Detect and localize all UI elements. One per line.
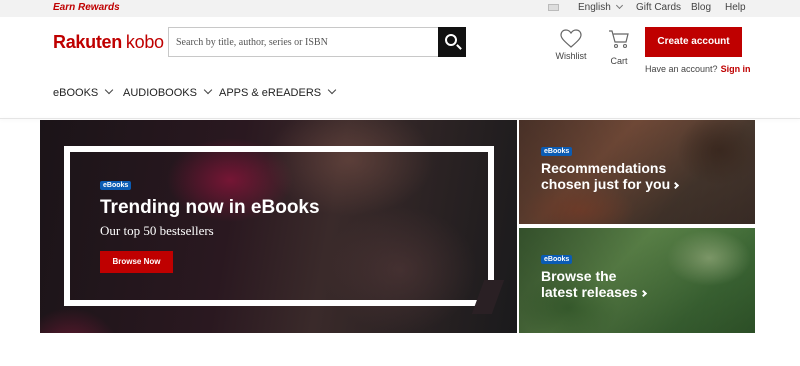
cart-icon: [609, 30, 629, 49]
chevron-down-icon: [615, 1, 623, 10]
heart-icon: [560, 29, 582, 48]
create-account-button[interactable]: Create account: [645, 27, 742, 57]
help-link[interactable]: Help: [725, 2, 746, 13]
gift-cards-link[interactable]: Gift Cards: [636, 2, 681, 13]
ebooks-tag: eBooks: [100, 181, 132, 190]
cart-button[interactable]: Cart: [604, 29, 634, 66]
sign-in-link[interactable]: Sign in: [721, 64, 751, 74]
language-label: English: [578, 2, 611, 13]
search-icon: [445, 34, 457, 46]
nav-item-audiobooks[interactable]: AUDIOBOOKS: [123, 85, 213, 99]
nav-item-ebooks[interactable]: eBOOKS: [53, 85, 114, 99]
flag-icon: [548, 4, 559, 11]
nav-item-apps-ereaders[interactable]: APPS & eREADERS: [219, 85, 337, 99]
wishlist-label: Wishlist: [555, 51, 587, 61]
nav-label: eBOOKS: [53, 87, 99, 99]
hero-title: Trending now in eBooks: [100, 197, 320, 218]
tile-title-line2: latest releases: [541, 284, 638, 300]
chevron-down-icon: [203, 85, 213, 95]
tile-title-line1: Browse the: [541, 268, 617, 284]
ebooks-tag: eBooks: [541, 255, 573, 264]
tile-title-line2-wrap: latest releases: [541, 284, 647, 300]
search-input[interactable]: [169, 28, 439, 56]
latest-releases-tile[interactable]: eBooks Browse the latest releases: [519, 228, 755, 333]
logo-kobo-text: kobo: [125, 32, 164, 52]
cart-label: Cart: [610, 56, 628, 66]
language-selector[interactable]: English: [578, 1, 623, 13]
chevron-right-icon: [672, 181, 680, 190]
tile-title-line2: chosen just for you: [541, 176, 671, 192]
hero-banner[interactable]: eBooks Trending now in eBooks Our top 50…: [40, 120, 517, 333]
chevron-down-icon: [105, 85, 114, 95]
nav-label: APPS & eREADERS: [219, 87, 322, 99]
tile-title-line1: Recommendations: [541, 160, 667, 176]
header-divider: [0, 118, 800, 119]
tile-title-line2-wrap: chosen just for you: [541, 176, 680, 192]
top-utility-bar: Earn Rewards English Gift Cards Blog Hel…: [0, 0, 800, 17]
search-button[interactable]: [438, 27, 466, 57]
search-icon-handle: [456, 44, 462, 50]
search-box: [168, 27, 466, 57]
have-account-text: Have an account? Sign in: [645, 64, 751, 74]
ebooks-tag: eBooks: [541, 147, 573, 156]
chevron-right-icon: [639, 289, 647, 298]
earn-rewards-link[interactable]: Earn Rewards: [53, 2, 120, 13]
have-account-label: Have an account?: [645, 64, 718, 74]
recommendations-tile[interactable]: eBooks Recommendations chosen just for y…: [519, 120, 755, 224]
tile-title: Recommendations chosen just for you: [541, 160, 680, 192]
chevron-down-icon: [327, 85, 337, 95]
rakuten-kobo-logo[interactable]: Rakuten kobo: [53, 32, 164, 53]
hero-subtitle: Our top 50 bestsellers: [100, 223, 214, 238]
wishlist-button[interactable]: Wishlist: [552, 29, 590, 61]
tile-title: Browse the latest releases: [541, 268, 647, 300]
browse-now-button[interactable]: Browse Now: [100, 251, 173, 273]
logo-rakuten-text: Rakuten: [53, 32, 122, 52]
blog-link[interactable]: Blog: [691, 2, 711, 13]
nav-label: AUDIOBOOKS: [123, 87, 197, 99]
